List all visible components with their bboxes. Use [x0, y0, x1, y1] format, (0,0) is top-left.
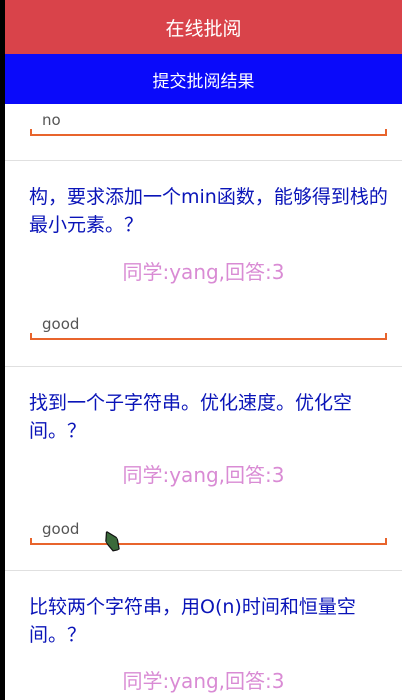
comment-input-0[interactable]	[30, 106, 387, 134]
submit-review-button[interactable]: 提交批阅结果	[5, 54, 402, 104]
comment-underline-2	[30, 538, 387, 545]
question-text-1: 构，要求添加一个min函数，能够得到栈的最小元素。？	[29, 186, 388, 236]
page-title-label: 在线批阅	[165, 17, 242, 40]
question-text-2: 找到一个子字符串。优化速度。优化空间。？	[29, 392, 353, 442]
page-title: 在线批阅	[5, 0, 402, 54]
item-divider	[5, 160, 402, 161]
comment-field-wrap-1	[30, 310, 387, 340]
submit-review-label: 提交批阅结果	[152, 71, 255, 92]
item-divider	[5, 570, 402, 571]
answer-text-2: 同学:yang,回答:3	[122, 463, 285, 487]
answer-text-3: 同学:yang,回答:3	[122, 669, 285, 693]
comment-underline-0	[30, 129, 387, 136]
comment-input-1[interactable]	[30, 310, 387, 338]
review-list[interactable]: 构，要求添加一个min函数，能够得到栈的最小元素。？ 同学:yang,回答:3 …	[5, 104, 402, 700]
item-divider	[5, 366, 402, 367]
comment-field-wrap-2	[30, 515, 387, 545]
comment-field-wrap-0	[30, 106, 387, 136]
answer-text-1: 同学:yang,回答:3	[122, 260, 285, 284]
comment-input-2[interactable]	[30, 515, 387, 543]
comment-underline-1	[30, 333, 387, 340]
question-text-3: 比较两个字符串，用O(n)时间和恒量空间。？	[29, 596, 356, 646]
